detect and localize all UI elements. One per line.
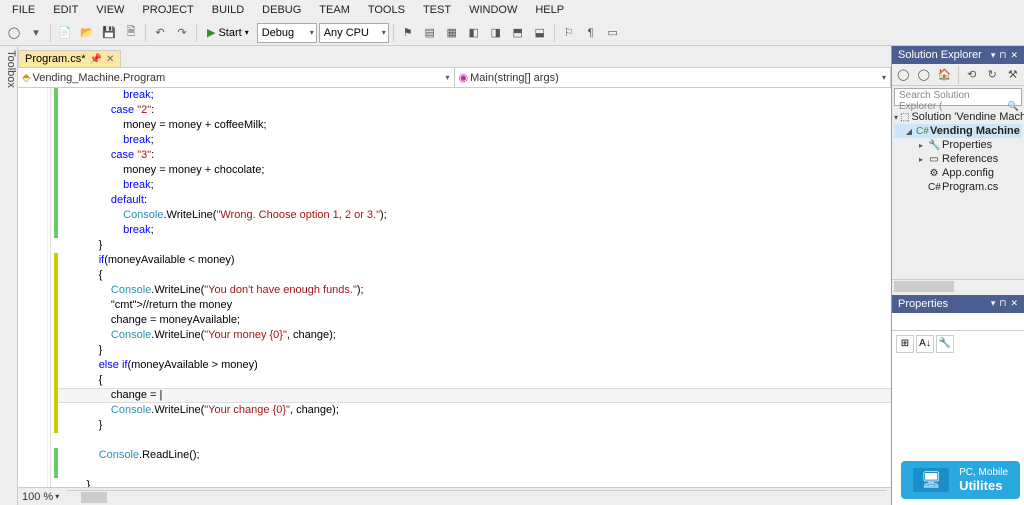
properties-header: Properties ▾⊓ ✕ — [892, 295, 1024, 313]
menu-edit[interactable]: EDIT — [45, 2, 86, 18]
h-scrollbar[interactable] — [67, 490, 887, 504]
close-icon[interactable]: ✕ — [1010, 50, 1018, 61]
tree-item[interactable]: C#Program.cs — [894, 180, 1022, 194]
document-tabs: Program.cs* 📌 ✕ — [18, 46, 891, 68]
se-toolbar: ◯ ◯ 🏠 ⟲ ↻ ⚒ — [892, 64, 1024, 86]
refresh-icon[interactable]: ↻ — [983, 65, 1002, 85]
menu-window[interactable]: WINDOW — [461, 2, 525, 18]
back-icon[interactable]: ◯ — [894, 65, 913, 85]
start-debug-button[interactable]: ▶Start▾ — [201, 23, 255, 43]
home-icon[interactable]: 🏠 — [935, 65, 954, 85]
menu-view[interactable]: VIEW — [88, 2, 132, 18]
menu-debug[interactable]: DEBUG — [254, 2, 309, 18]
redo-icon[interactable]: ↷ — [172, 23, 192, 43]
dropdown-icon[interactable]: ▾ — [991, 50, 996, 61]
cat-icon[interactable]: ⊞ — [896, 335, 914, 353]
zoom-level[interactable]: 100 % — [22, 491, 53, 503]
open-icon[interactable]: 📂 — [77, 23, 97, 43]
tab-label: Program.cs* — [25, 53, 86, 65]
fwd-icon[interactable]: ◯ — [915, 65, 934, 85]
method-dropdown[interactable]: ◉Main(string[] args) — [455, 68, 892, 87]
pin-icon[interactable]: ⊓ — [999, 298, 1006, 309]
panel-title: Properties — [898, 298, 948, 310]
tool-icon[interactable]: ⚑ — [398, 23, 418, 43]
tree-item[interactable]: ▸🔧Properties — [894, 138, 1022, 152]
panel-title: Solution Explorer — [898, 49, 982, 61]
config-dropdown[interactable]: Debug — [257, 23, 317, 43]
tree-item[interactable]: ⚙App.config — [894, 166, 1022, 180]
nav-fwd-icon[interactable]: ▾ — [26, 23, 46, 43]
se-search-input[interactable]: Search Solution Explorer ( — [894, 88, 1022, 106]
tool-icon[interactable]: ⬒ — [508, 23, 528, 43]
undo-icon[interactable]: ↶ — [150, 23, 170, 43]
class-dropdown[interactable]: ⬘Vending_Machine.Program — [18, 68, 455, 87]
menu-test[interactable]: TEST — [415, 2, 459, 18]
watermark: PC, MobileUtilites — [901, 461, 1020, 499]
pin-icon[interactable]: 📌 — [90, 54, 102, 65]
solution-explorer-header: Solution Explorer ▾⊓ ✕ — [892, 46, 1024, 64]
tool-icon[interactable]: ▭ — [603, 23, 623, 43]
tool-icon[interactable]: ¶ — [581, 23, 601, 43]
tool-icon[interactable]: ◨ — [486, 23, 506, 43]
close-icon[interactable]: ✕ — [106, 54, 114, 65]
tool-icon[interactable]: ▤ — [420, 23, 440, 43]
close-icon[interactable]: ✕ — [1010, 298, 1018, 309]
monitor-icon — [913, 468, 949, 492]
menu-build[interactable]: BUILD — [204, 2, 252, 18]
main-menu: FILEEDITVIEWPROJECTBUILDDEBUGTEAMTOOLSTE… — [0, 0, 1024, 20]
tool-icon[interactable]: ◧ — [464, 23, 484, 43]
save-all-icon[interactable]: 🗎 — [121, 23, 141, 43]
menu-team[interactable]: TEAM — [311, 2, 358, 18]
tree-project[interactable]: ◢C#Vending Machine — [894, 124, 1022, 138]
menu-help[interactable]: HELP — [527, 2, 572, 18]
menu-project[interactable]: PROJECT — [134, 2, 201, 18]
sync-icon[interactable]: ⟲ — [962, 65, 981, 85]
tool-icon[interactable]: ⚐ — [559, 23, 579, 43]
platform-dropdown[interactable]: Any CPU — [319, 23, 389, 43]
se-h-scroll[interactable] — [892, 279, 1024, 293]
menu-tools[interactable]: TOOLS — [360, 2, 413, 18]
tool-icon[interactable]: ⬓ — [530, 23, 550, 43]
nav-back-icon[interactable]: ◯ — [4, 23, 24, 43]
pin-icon[interactable]: ⊓ — [999, 50, 1006, 61]
tree-item[interactable]: ▸▭References — [894, 152, 1022, 166]
code-editor[interactable]: break; case "2": money = money + coffeeM… — [18, 88, 891, 487]
toolbox-tab[interactable]: Toolbox — [0, 46, 18, 505]
prop-icon[interactable]: 🔧 — [936, 335, 954, 353]
props-icon[interactable]: ⚒ — [1004, 65, 1023, 85]
save-icon[interactable]: 💾 — [99, 23, 119, 43]
tab-program-cs[interactable]: Program.cs* 📌 ✕ — [18, 50, 121, 67]
tree-solution[interactable]: ▾⬚Solution 'Vendine Machine' — [894, 110, 1022, 124]
new-icon[interactable]: 📄 — [55, 23, 75, 43]
toolbar: ◯ ▾ 📄 📂 💾 🗎 ↶ ↷ ▶Start▾ Debug Any CPU ⚑ … — [0, 20, 1024, 46]
menu-file[interactable]: FILE — [4, 2, 43, 18]
tool-icon[interactable]: ▦ — [442, 23, 462, 43]
solution-tree[interactable]: ▾⬚Solution 'Vendine Machine' ◢C#Vending … — [892, 108, 1024, 279]
sort-icon[interactable]: A↓ — [916, 335, 934, 353]
dropdown-icon[interactable]: ▾ — [991, 298, 996, 309]
status-bar: 100 % ▾ — [18, 487, 891, 505]
